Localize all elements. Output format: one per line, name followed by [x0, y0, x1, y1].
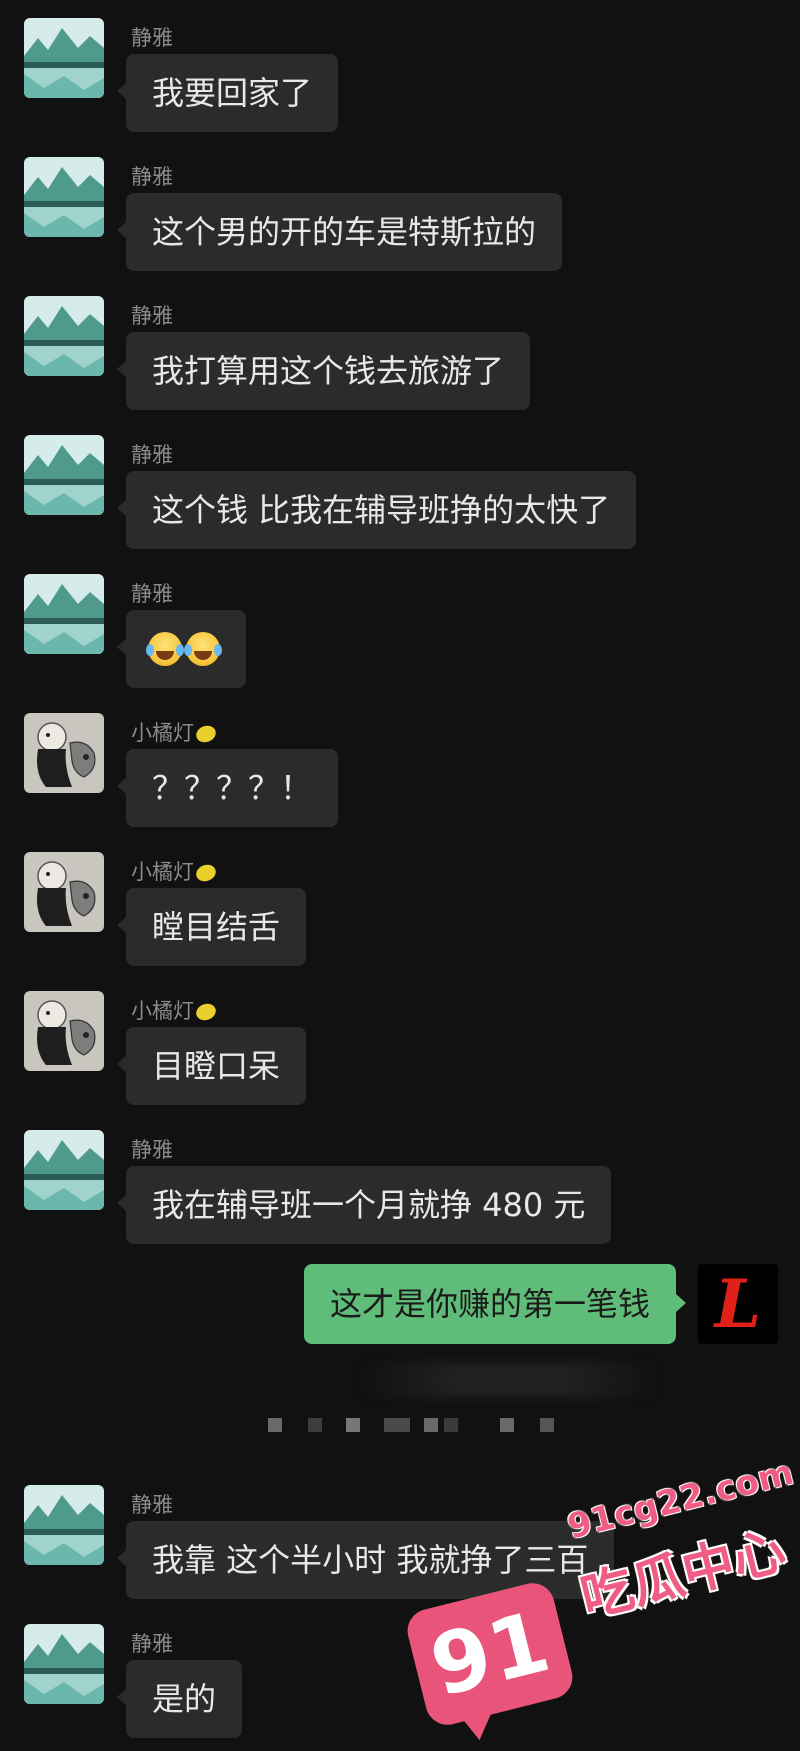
watermark: 91cg22.com 吃瓜中心 91	[400, 1453, 800, 1732]
sender-name: 静雅	[131, 26, 173, 50]
gothic-l-icon: L	[714, 1265, 762, 1343]
sender-name: 静雅	[131, 1632, 173, 1656]
avatar-lake[interactable]	[24, 435, 104, 515]
message-bubble[interactable]: 瞠目结舌	[116, 888, 307, 966]
sender-name-text: 小橘灯	[131, 721, 194, 745]
lemon-icon	[193, 862, 219, 884]
outgoing-message-bubble[interactable]: 这才是你赚的第一笔钱	[303, 1264, 687, 1344]
lemon-icon	[193, 723, 219, 745]
message-bubble[interactable]: ？？？？！	[116, 749, 339, 827]
sender-name: 小橘灯	[131, 995, 219, 1025]
message-bubble[interactable]: 这个男的开的车是特斯拉的	[116, 193, 563, 271]
lake-avatar-icon	[24, 1130, 104, 1210]
sender-name-text: 小橘灯	[131, 860, 194, 884]
message-bubble[interactable]: 是的	[116, 1660, 243, 1738]
lake-avatar-icon	[24, 1624, 104, 1704]
sketch-avatar-icon	[24, 852, 104, 932]
laughing-tears-icon	[146, 632, 184, 666]
avatar-lake[interactable]	[24, 296, 104, 376]
avatar-self[interactable]: L	[698, 1264, 778, 1344]
sender-name: 静雅	[131, 443, 173, 467]
message-bubble[interactable]: 目瞪口呆	[116, 1027, 307, 1105]
chat-window: 静雅 我要回家了 静雅 这个男的开的车是特斯拉的 静雅 我打算用这个钱去旅游了 …	[0, 0, 800, 1738]
avatar-lake[interactable]	[24, 1130, 104, 1210]
avatar-lake[interactable]	[24, 157, 104, 237]
avatar-lake[interactable]	[24, 1485, 104, 1565]
message-bubble[interactable]: 我打算用这个钱去旅游了	[116, 332, 531, 410]
sender-name: 静雅	[131, 582, 173, 606]
sender-name: 静雅	[131, 1138, 173, 1162]
sender-name: 小橘灯	[131, 717, 219, 747]
lake-avatar-icon	[24, 296, 104, 376]
avatar-sketch[interactable]	[24, 852, 104, 932]
sender-name: 静雅	[131, 165, 173, 189]
lemon-icon	[193, 1001, 219, 1023]
lake-avatar-icon	[24, 574, 104, 654]
redacted-pixel-row	[268, 1418, 558, 1434]
message-bubble[interactable]: 我要回家了	[116, 54, 339, 132]
avatar-lake[interactable]	[24, 574, 104, 654]
avatar-sketch[interactable]	[24, 713, 104, 793]
sender-name: 静雅	[131, 304, 173, 328]
message-bubble[interactable]: 这个钱 比我在辅导班挣的太快了	[116, 471, 637, 549]
sender-name-text: 小橘灯	[131, 999, 194, 1023]
redacted-region	[360, 1362, 660, 1398]
sketch-avatar-icon	[24, 713, 104, 793]
sketch-avatar-icon	[24, 991, 104, 1071]
avatar-sketch[interactable]	[24, 991, 104, 1071]
lake-avatar-icon	[24, 1485, 104, 1565]
message-bubble[interactable]: 我靠 这个半小时 我就挣了三百	[116, 1521, 615, 1599]
watermark-badge: 91	[402, 1578, 578, 1730]
lake-avatar-icon	[24, 18, 104, 98]
lake-avatar-icon	[24, 157, 104, 237]
avatar-lake[interactable]	[24, 18, 104, 98]
sender-name: 静雅	[131, 1493, 173, 1517]
sender-name: 小橘灯	[131, 856, 219, 886]
message-bubble[interactable]: 我在辅导班一个月就挣 480 元	[116, 1166, 612, 1244]
avatar-lake[interactable]	[24, 1624, 104, 1704]
lake-avatar-icon	[24, 435, 104, 515]
laughing-tears-icon	[184, 632, 222, 666]
message-bubble[interactable]	[117, 610, 246, 688]
